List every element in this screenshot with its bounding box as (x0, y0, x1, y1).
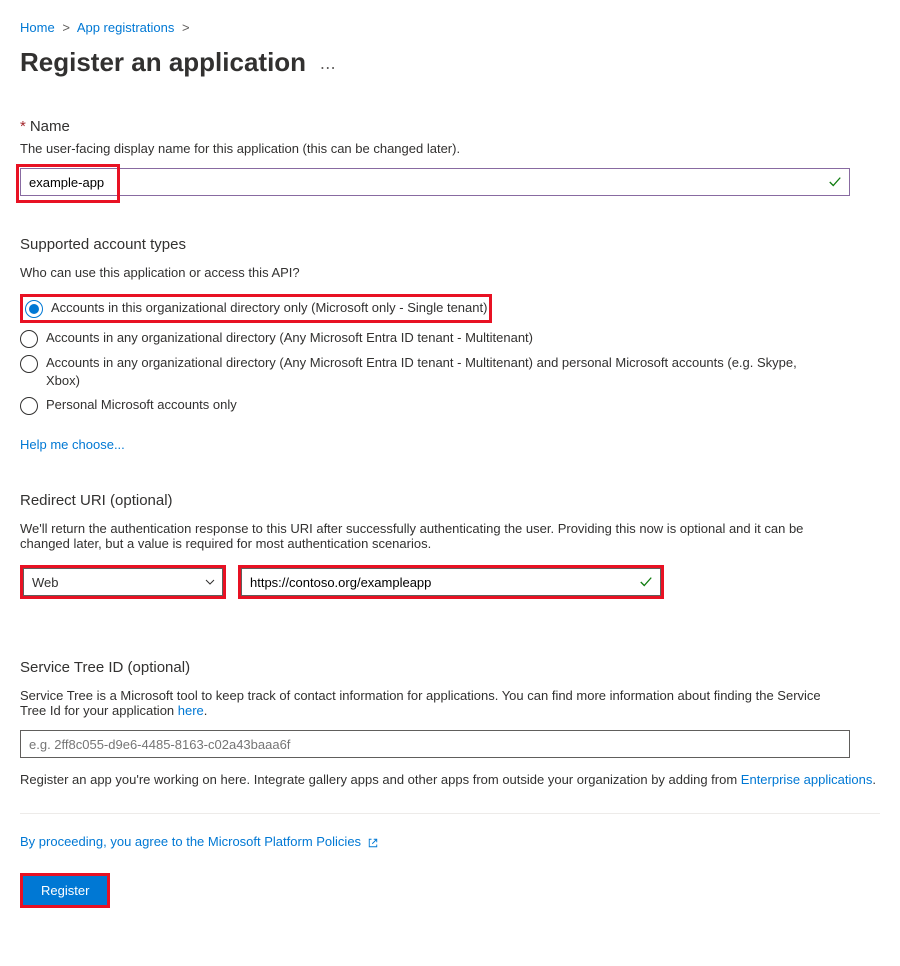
service-tree-desc-text: Service Tree is a Microsoft tool to keep… (20, 688, 821, 718)
register-button[interactable]: Register (23, 876, 107, 905)
gallery-footnote: Register an app you're working on here. … (20, 772, 880, 787)
radio-multitenant-personal[interactable] (20, 355, 38, 373)
name-description: The user-facing display name for this ap… (20, 141, 880, 156)
radio-single-tenant[interactable] (25, 300, 43, 318)
name-input[interactable] (20, 168, 850, 196)
redirect-uri-input[interactable] (241, 568, 661, 596)
radio-single-tenant-label[interactable]: Accounts in this organizational director… (51, 299, 487, 317)
account-types-title: Supported account types (20, 236, 880, 253)
policy-line: By proceeding, you agree to the Microsof… (20, 834, 880, 849)
redirect-uri-desc: We'll return the authentication response… (20, 521, 850, 551)
platform-policies-link[interactable]: By proceeding, you agree to the Microsof… (20, 834, 361, 849)
service-tree-title: Service Tree ID (optional) (20, 659, 880, 676)
redirect-uri-title: Redirect URI (optional) (20, 492, 880, 509)
breadcrumb-sep-2: > (182, 20, 190, 35)
radio-multitenant-label[interactable]: Accounts in any organizational directory… (46, 329, 533, 347)
radio-personal-label[interactable]: Personal Microsoft accounts only (46, 396, 237, 414)
more-actions-button[interactable]: ⋯ (320, 58, 336, 78)
radio-personal[interactable] (20, 397, 38, 415)
check-icon (828, 175, 842, 189)
platform-select-value: Web (32, 575, 59, 590)
service-tree-id-input[interactable] (20, 730, 850, 758)
enterprise-applications-link[interactable]: Enterprise applications (741, 772, 873, 787)
radio-multitenant[interactable] (20, 330, 38, 348)
breadcrumb-home[interactable]: Home (20, 20, 55, 35)
name-label-text: Name (30, 118, 70, 135)
page-title: Register an application (20, 47, 306, 78)
separator (20, 813, 880, 814)
breadcrumb-sep-1: > (62, 20, 70, 35)
required-star: * (20, 118, 26, 135)
external-link-icon (365, 834, 379, 849)
help-me-choose-link[interactable]: Help me choose... (20, 437, 125, 452)
name-label: *Name (20, 118, 880, 135)
service-tree-here-link[interactable]: here (178, 703, 204, 718)
service-tree-desc: Service Tree is a Microsoft tool to keep… (20, 688, 850, 718)
account-types-question: Who can use this application or access t… (20, 265, 880, 280)
radio-multitenant-personal-label[interactable]: Accounts in any organizational directory… (46, 354, 826, 390)
platform-select[interactable]: Web (23, 568, 223, 596)
chevron-down-icon (204, 576, 216, 588)
breadcrumb-app-registrations[interactable]: App registrations (77, 20, 175, 35)
radio-dot (29, 304, 39, 314)
breadcrumb: Home > App registrations > (20, 20, 880, 35)
check-icon (639, 575, 653, 589)
gallery-footnote-text: Register an app you're working on here. … (20, 772, 741, 787)
